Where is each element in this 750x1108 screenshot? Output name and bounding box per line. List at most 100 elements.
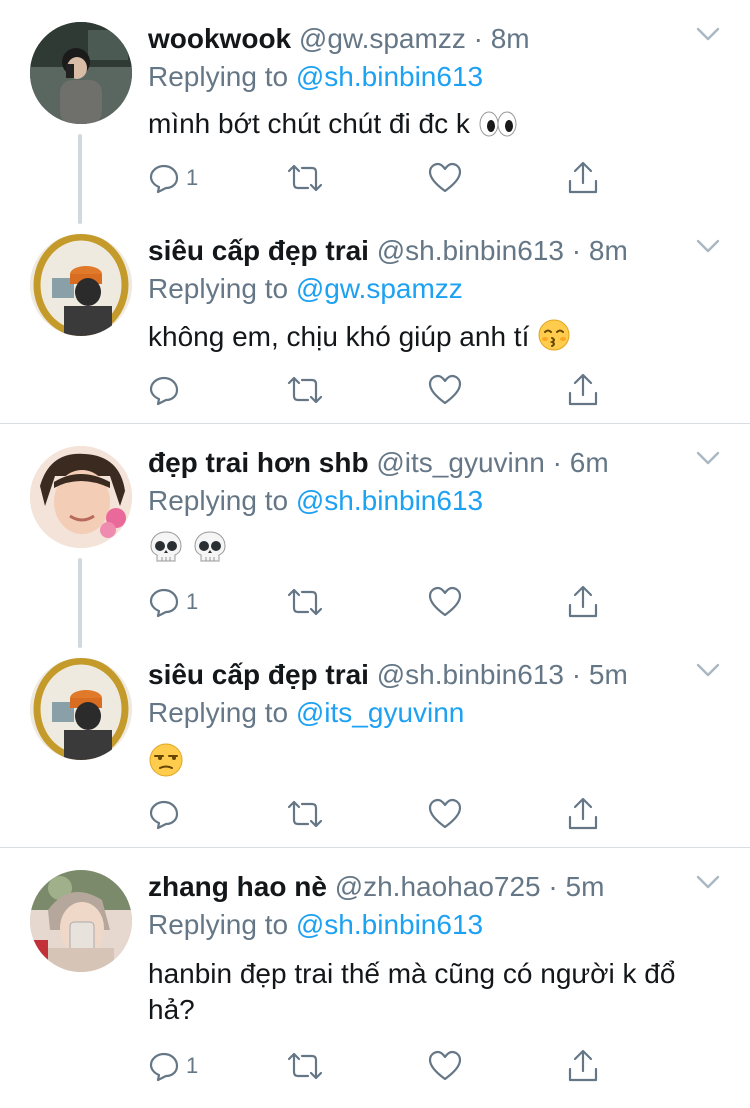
replying-to: Replying to @sh.binbin613 (148, 60, 483, 94)
tweet[interactable]: siêu cấp đẹp trai @sh.binbin613 · 8m Rep… (0, 212, 750, 424)
user-handle[interactable]: @its_gyuvinn (376, 447, 545, 478)
chevron-down-icon[interactable] (694, 448, 722, 468)
chevron-down-icon[interactable] (694, 660, 722, 680)
timestamp[interactable]: 8m (589, 235, 628, 266)
heart-icon (428, 798, 462, 829)
separator-dot: · (571, 235, 582, 266)
chevron-down-icon[interactable] (694, 236, 722, 256)
tweet-text-content: mình bớt chút chút đi đc k (148, 108, 470, 139)
like-button[interactable] (428, 582, 462, 622)
reply-button[interactable] (148, 794, 186, 834)
share-button[interactable] (566, 1046, 600, 1086)
reply-icon (149, 376, 179, 406)
reply-button[interactable] (148, 370, 186, 410)
display-name[interactable]: zhang hao nè (148, 871, 327, 902)
heart-icon (428, 586, 462, 617)
replying-to: Replying to @gw.spamzz (148, 272, 463, 306)
reply-button[interactable]: 1 (148, 1046, 198, 1086)
tweet-text-content: không em, chịu khó giúp anh tí (148, 321, 530, 352)
tweet-actions (148, 794, 608, 834)
tweet-header: zhang hao nè @zh.haohao725 · 5m (148, 870, 604, 904)
tweet-text: hanbin đẹp trai thế mà cũng có người k đ… (148, 956, 708, 1028)
share-button[interactable] (566, 582, 600, 622)
replying-to-label: Replying to (148, 485, 289, 516)
separator-dot: · (473, 23, 483, 54)
avatar[interactable] (30, 658, 132, 760)
share-button[interactable] (566, 794, 600, 834)
timestamp[interactable]: 8m (491, 23, 530, 54)
timestamp[interactable]: 5m (566, 871, 605, 902)
replying-to-label: Replying to (148, 697, 289, 728)
skull-emoji (194, 531, 226, 562)
share-button[interactable] (566, 370, 600, 410)
retweet-button[interactable] (286, 158, 324, 198)
chevron-down-icon[interactable] (694, 24, 722, 44)
like-button[interactable] (428, 370, 462, 410)
mention-link[interactable]: @its_gyuvinn (296, 697, 465, 728)
separator-dot: · (548, 871, 558, 902)
share-icon (568, 161, 598, 194)
display-name[interactable]: siêu cấp đẹp trai (148, 235, 369, 266)
avatar[interactable] (30, 870, 132, 972)
replying-to-label: Replying to (148, 273, 289, 304)
tweet-text: không em, chịu khó giúp anh tí (148, 318, 708, 355)
reply-count: 1 (186, 165, 199, 190)
tweet[interactable]: wookwook @gw.spamzz · 8m Replying to @sh… (0, 0, 750, 224)
display-name[interactable]: siêu cấp đẹp trai (148, 659, 369, 690)
mention-link[interactable]: @sh.binbin613 (296, 485, 483, 516)
avatar[interactable] (30, 22, 132, 124)
retweet-icon (287, 376, 323, 404)
tweet-header: siêu cấp đẹp trai @sh.binbin613 · 8m (148, 234, 628, 268)
reply-icon (149, 1052, 179, 1082)
chevron-down-icon[interactable] (694, 872, 722, 892)
like-button[interactable] (428, 158, 462, 198)
display-name[interactable]: wookwook (148, 23, 291, 54)
tweet-actions: 1 (148, 582, 608, 622)
kissing-face-emoji (538, 319, 570, 351)
reply-icon (149, 588, 179, 618)
thread-line (78, 558, 82, 648)
reply-button[interactable]: 1 (148, 158, 198, 198)
mention-link[interactable]: @sh.binbin613 (296, 909, 483, 940)
share-icon (568, 1049, 598, 1082)
user-handle[interactable]: @sh.binbin613 (377, 659, 564, 690)
tweet-text-content: hanbin đẹp trai thế mà cũng có người k đ… (148, 958, 676, 1025)
retweet-icon (287, 588, 323, 616)
tweet-header: wookwook @gw.spamzz · 8m (148, 22, 530, 56)
user-handle[interactable]: @gw.spamzz (299, 23, 466, 54)
tweet[interactable]: siêu cấp đẹp trai @sh.binbin613 · 5m Rep… (0, 636, 750, 848)
user-handle[interactable]: @zh.haohao725 (335, 871, 541, 902)
reply-timeline: wookwook @gw.spamzz · 8m Replying to @sh… (0, 0, 750, 1108)
like-button[interactable] (428, 1046, 462, 1086)
tweet-text (148, 530, 708, 569)
share-icon (568, 585, 598, 618)
tweet[interactable]: zhang hao nè @zh.haohao725 · 5m Replying… (0, 848, 750, 1108)
retweet-button[interactable] (286, 370, 324, 410)
timestamp[interactable]: 5m (589, 659, 628, 690)
replying-to-label: Replying to (148, 61, 289, 92)
replying-to: Replying to @its_gyuvinn (148, 696, 464, 730)
retweet-icon (287, 164, 323, 192)
like-button[interactable] (428, 794, 462, 834)
share-button[interactable] (566, 158, 600, 198)
retweet-button[interactable] (286, 1046, 324, 1086)
display-name[interactable]: đẹp trai hơn shb (148, 447, 369, 478)
thread-line (78, 134, 82, 224)
tweet-header: đẹp trai hơn shb @its_gyuvinn · 6m (148, 446, 609, 480)
reply-button[interactable]: 1 (148, 582, 198, 622)
retweet-button[interactable] (286, 582, 324, 622)
user-handle[interactable]: @sh.binbin613 (377, 235, 564, 266)
tweet-actions: 1 (148, 158, 608, 198)
unamused-face-emoji (149, 743, 183, 777)
heart-icon (428, 1050, 462, 1081)
mention-link[interactable]: @sh.binbin613 (296, 61, 483, 92)
avatar[interactable] (30, 446, 132, 548)
tweet-text (148, 742, 708, 781)
retweet-button[interactable] (286, 794, 324, 834)
reply-count: 1 (186, 589, 199, 614)
mention-link[interactable]: @gw.spamzz (296, 273, 463, 304)
tweet[interactable]: đẹp trai hơn shb @its_gyuvinn · 6m Reply… (0, 424, 750, 648)
avatar[interactable] (30, 234, 132, 336)
timestamp[interactable]: 6m (570, 447, 609, 478)
replying-to: Replying to @sh.binbin613 (148, 484, 483, 518)
